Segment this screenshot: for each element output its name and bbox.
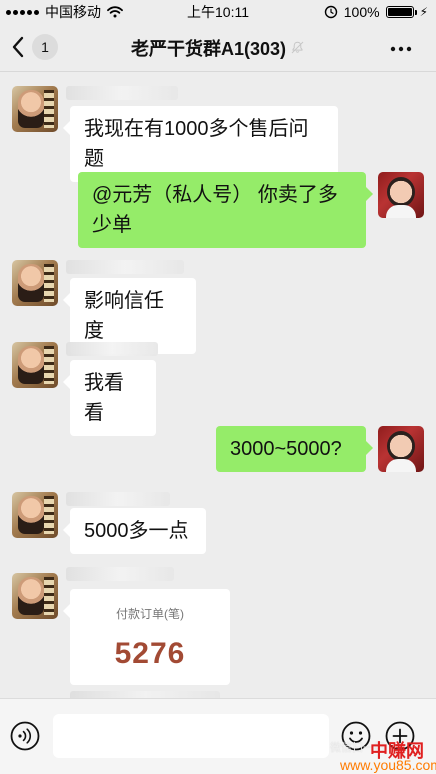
avatar[interactable]	[12, 342, 58, 388]
order-card-label: 付款订单(笔)	[116, 607, 184, 621]
order-card[interactable]: 付款订单(笔) 5276	[63, 589, 230, 685]
avatar[interactable]	[12, 492, 58, 538]
message-input[interactable]	[53, 714, 329, 758]
chat-header: 1 老严干货群A1(303)	[0, 24, 436, 72]
battery-label: 100%	[343, 4, 380, 20]
signal-icon	[6, 9, 39, 15]
avatar[interactable]	[12, 573, 58, 619]
bottom-message-blur	[70, 691, 220, 698]
chat-title-wrap: 老严干货群A1(303)	[131, 35, 305, 61]
outgoing-message[interactable]: 3000~5000?	[216, 426, 373, 472]
status-bar: 中国移动 上午10:11 100% ⚡	[0, 0, 436, 24]
incoming-message[interactable]: 5000多一点	[63, 508, 206, 554]
sender-name-blur	[66, 567, 174, 581]
voice-icon[interactable]	[10, 721, 40, 751]
sender-name-blur	[66, 260, 184, 274]
status-time: 上午10:11	[187, 4, 249, 20]
incoming-message[interactable]: 我看看	[63, 360, 156, 436]
watermark-site: www.you85.com	[340, 757, 436, 773]
more-icon[interactable]	[390, 46, 412, 52]
outgoing-message[interactable]: @元芳（私人号） 你卖了多少单	[78, 172, 373, 248]
battery-fill	[387, 8, 412, 16]
incoming-message[interactable]: 我现在有1000多个售后问题	[63, 106, 338, 182]
avatar[interactable]	[378, 426, 424, 472]
wifi-icon	[107, 6, 123, 18]
alarm-icon	[324, 5, 337, 19]
mute-icon	[291, 41, 304, 54]
battery-icon	[385, 6, 417, 18]
unread-badge: 1	[32, 34, 58, 60]
status-left: 中国移动	[6, 2, 123, 22]
avatar[interactable]	[12, 260, 58, 306]
sender-name-blur	[66, 492, 170, 506]
avatar[interactable]	[12, 86, 58, 132]
charging-icon: ⚡	[419, 5, 428, 19]
back-arrow-icon[interactable]	[12, 36, 24, 58]
back-button[interactable]: 1	[12, 34, 58, 60]
status-right: 100% ⚡	[324, 4, 428, 20]
avatar[interactable]	[378, 172, 424, 218]
chat-area[interactable]: 我现在有1000多个售后问题 @元芳（私人号） 你卖了多少单 影响信任度 我看看…	[0, 72, 436, 698]
sender-name-blur	[66, 86, 178, 100]
sender-name-blur	[66, 342, 158, 356]
chat-title: 老严干货群A1(303)	[130, 38, 287, 59]
carrier-label: 中国移动	[45, 4, 101, 20]
order-card-value: 5276	[114, 637, 186, 670]
